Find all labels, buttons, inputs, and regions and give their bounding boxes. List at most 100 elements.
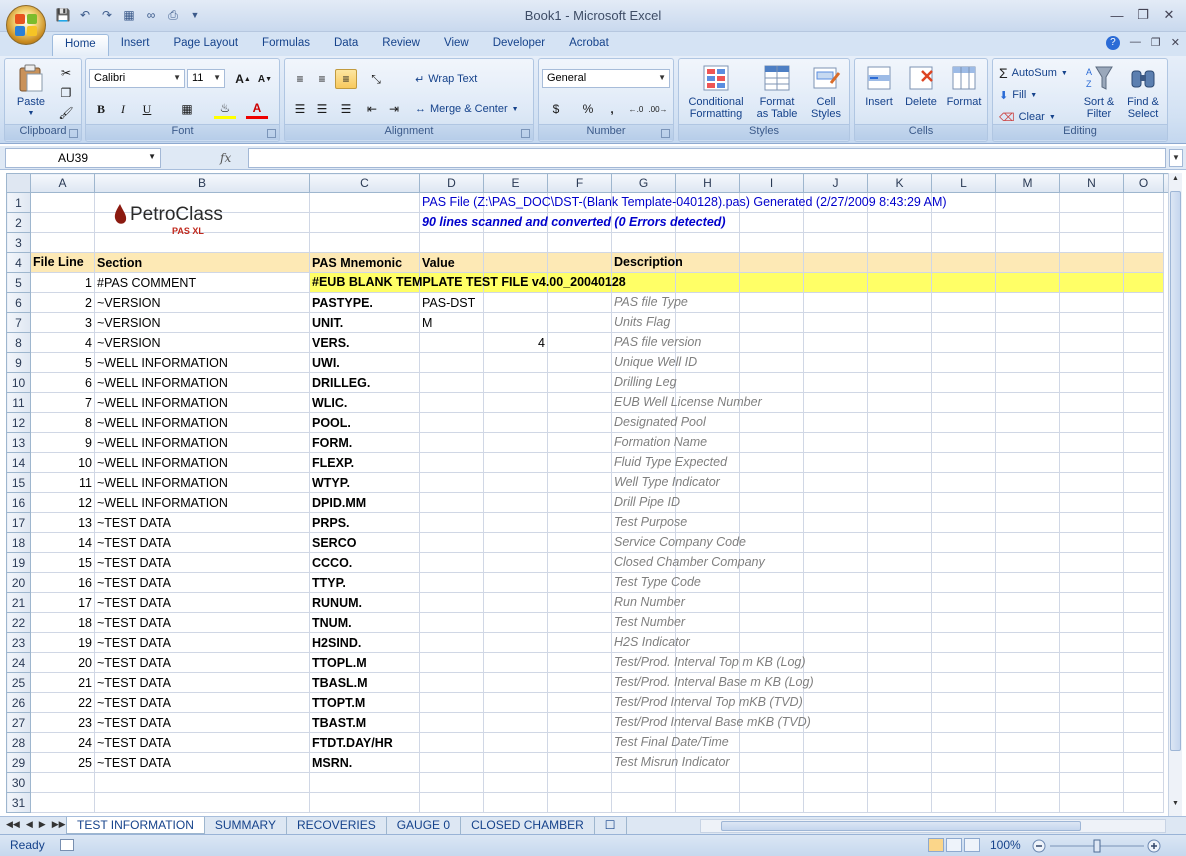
insert-sheet-icon[interactable]: ☐: [595, 817, 627, 834]
description-cell[interactable]: PAS file Type: [611, 292, 688, 313]
column-header-G[interactable]: G: [611, 173, 676, 193]
row-header[interactable]: 1: [6, 192, 31, 213]
help-icon[interactable]: ?: [1105, 36, 1120, 50]
number-cell[interactable]: [483, 412, 548, 433]
normal-view-icon[interactable]: [928, 838, 944, 852]
cell[interactable]: [547, 252, 612, 273]
file-line-cell[interactable]: 19: [30, 632, 95, 653]
cell[interactable]: [995, 332, 1060, 353]
section-cell[interactable]: ~TEST DATA: [94, 692, 310, 713]
cell[interactable]: [547, 612, 612, 633]
section-cell[interactable]: ~TEST DATA: [94, 572, 310, 593]
cell[interactable]: [995, 652, 1060, 673]
align-middle-icon[interactable]: ≡: [311, 69, 333, 89]
file-line-cell[interactable]: 14: [30, 532, 95, 553]
number-cell[interactable]: [483, 712, 548, 733]
cell[interactable]: [867, 532, 932, 553]
section-cell[interactable]: ~VERSION: [94, 332, 310, 353]
zoom-level[interactable]: 100%: [990, 838, 1021, 852]
file-line-cell[interactable]: 11: [30, 472, 95, 493]
cell[interactable]: [483, 232, 548, 253]
cell[interactable]: [1123, 392, 1164, 413]
sheet-tab-gauge-0[interactable]: GAUGE 0: [387, 817, 462, 834]
section-cell[interactable]: ~WELL INFORMATION: [94, 392, 310, 413]
cell[interactable]: [1059, 472, 1124, 493]
cell[interactable]: [1123, 712, 1164, 733]
cell[interactable]: [483, 252, 548, 273]
file-line-cell[interactable]: 23: [30, 712, 95, 733]
row-header[interactable]: 13: [6, 432, 31, 453]
description-cell[interactable]: H2S Indicator: [611, 632, 690, 653]
cell[interactable]: [867, 632, 932, 653]
description-cell[interactable]: PAS file version: [611, 332, 701, 353]
section-cell[interactable]: ~TEST DATA: [94, 592, 310, 613]
value-cell[interactable]: [419, 732, 484, 753]
cell[interactable]: [931, 392, 996, 413]
cell[interactable]: [867, 692, 932, 713]
description-cell[interactable]: Test Final Date/Time: [611, 732, 729, 753]
cell[interactable]: [995, 672, 1060, 693]
description-cell[interactable]: Run Number: [611, 592, 685, 613]
number-cell[interactable]: [483, 432, 548, 453]
header-section[interactable]: Section: [94, 252, 310, 273]
cell[interactable]: [867, 332, 932, 353]
cell[interactable]: [739, 212, 804, 233]
cell[interactable]: [931, 772, 996, 793]
mnemonic-cell[interactable]: WLIC.: [309, 392, 420, 413]
mnemonic-cell[interactable]: UWI.: [309, 352, 420, 373]
cell[interactable]: [675, 492, 740, 513]
cell[interactable]: [803, 572, 868, 593]
cell[interactable]: [739, 292, 804, 313]
cell[interactable]: [547, 532, 612, 553]
mnemonic-cell[interactable]: CCCO.: [309, 552, 420, 573]
align-center-icon[interactable]: ☰: [311, 99, 333, 119]
cell[interactable]: [931, 412, 996, 433]
cell[interactable]: [739, 412, 804, 433]
description-cell[interactable]: Test/Prod Interval Base mKB (TVD): [611, 712, 811, 733]
ribbon-tab-data[interactable]: Data: [322, 34, 370, 56]
section-cell[interactable]: ~TEST DATA: [94, 632, 310, 653]
cell[interactable]: [1123, 252, 1164, 273]
value-cell[interactable]: [419, 532, 484, 553]
column-header-N[interactable]: N: [1059, 173, 1124, 193]
row-header[interactable]: 22: [6, 612, 31, 633]
cell[interactable]: [739, 732, 804, 753]
cell[interactable]: [739, 772, 804, 793]
cell[interactable]: [803, 412, 868, 433]
cell[interactable]: [995, 752, 1060, 773]
cell[interactable]: [547, 452, 612, 473]
value-cell[interactable]: [419, 592, 484, 613]
cell[interactable]: [1059, 352, 1124, 373]
cell[interactable]: [931, 572, 996, 593]
cell[interactable]: [1059, 512, 1124, 533]
row-header[interactable]: 16: [6, 492, 31, 513]
description-cell[interactable]: Test/Prod Interval Top mKB (TVD): [611, 692, 803, 713]
column-header-F[interactable]: F: [547, 173, 612, 193]
value-cell[interactable]: [419, 432, 484, 453]
cell[interactable]: [867, 452, 932, 473]
file-line-cell[interactable]: 18: [30, 612, 95, 633]
description-cell[interactable]: Units Flag: [611, 312, 676, 333]
cell[interactable]: [547, 392, 612, 413]
value-cell[interactable]: [419, 412, 484, 433]
cell[interactable]: [931, 632, 996, 653]
cell[interactable]: [995, 212, 1060, 233]
value-cell[interactable]: [419, 632, 484, 653]
cell[interactable]: [931, 492, 996, 513]
cell[interactable]: [611, 792, 676, 813]
cell[interactable]: [1059, 392, 1124, 413]
header-file-line[interactable]: File Line: [30, 252, 95, 273]
number-cell[interactable]: [483, 692, 548, 713]
cell[interactable]: [739, 312, 804, 333]
header-value[interactable]: Value: [419, 252, 484, 273]
cell[interactable]: [611, 772, 676, 793]
cell[interactable]: [995, 392, 1060, 413]
cell[interactable]: [739, 532, 804, 553]
cell[interactable]: [1123, 472, 1164, 493]
cell[interactable]: [547, 732, 612, 753]
value-cell[interactable]: [419, 492, 484, 513]
cell[interactable]: [1123, 652, 1164, 673]
cell[interactable]: [803, 272, 868, 293]
cell[interactable]: [1123, 532, 1164, 553]
value-cell[interactable]: [419, 752, 484, 773]
